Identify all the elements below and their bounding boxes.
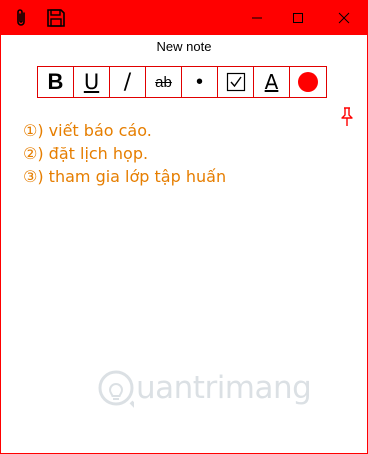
close-icon	[338, 12, 350, 24]
save-icon[interactable]	[46, 8, 66, 28]
italic-button[interactable]: /	[110, 67, 146, 97]
note-line: ①) viết báo cáo.	[23, 121, 152, 140]
pin-icon[interactable]	[339, 107, 355, 127]
underline-button[interactable]: U	[74, 67, 110, 97]
note-line: ③) tham gia lớp tập huấn	[23, 167, 227, 186]
checkbox-button[interactable]	[218, 67, 254, 97]
note-content[interactable]: ①) viết báo cáo. ②) đặt lịch họp. ③) tha…	[23, 119, 226, 188]
watermark: uantrimang	[98, 365, 312, 411]
note-line: ②) đặt lịch họp.	[23, 144, 149, 163]
checkbox-icon	[226, 72, 245, 92]
bold-button[interactable]: B	[38, 67, 74, 97]
color-dot-icon	[298, 72, 318, 92]
watermark-text: uantrimang	[136, 370, 312, 406]
color-button[interactable]	[290, 67, 326, 97]
title-bar	[1, 1, 367, 35]
strikethrough-button[interactable]: ab	[146, 67, 182, 97]
close-button[interactable]	[321, 1, 367, 35]
paperclip-icon[interactable]	[11, 8, 31, 28]
maximize-icon	[293, 13, 303, 23]
minimize-icon	[252, 17, 262, 19]
minimize-button[interactable]	[234, 1, 280, 35]
font-button[interactable]: A	[254, 67, 290, 97]
maximize-button[interactable]	[275, 1, 321, 35]
format-toolbar: B U / ab • A	[37, 66, 327, 98]
lightbulb-icon	[98, 370, 134, 408]
note-window: New note B U / ab • A ①) viết báo cáo. ②…	[0, 0, 368, 454]
bullet-button[interactable]: •	[182, 67, 218, 97]
note-title: New note	[156, 39, 212, 54]
